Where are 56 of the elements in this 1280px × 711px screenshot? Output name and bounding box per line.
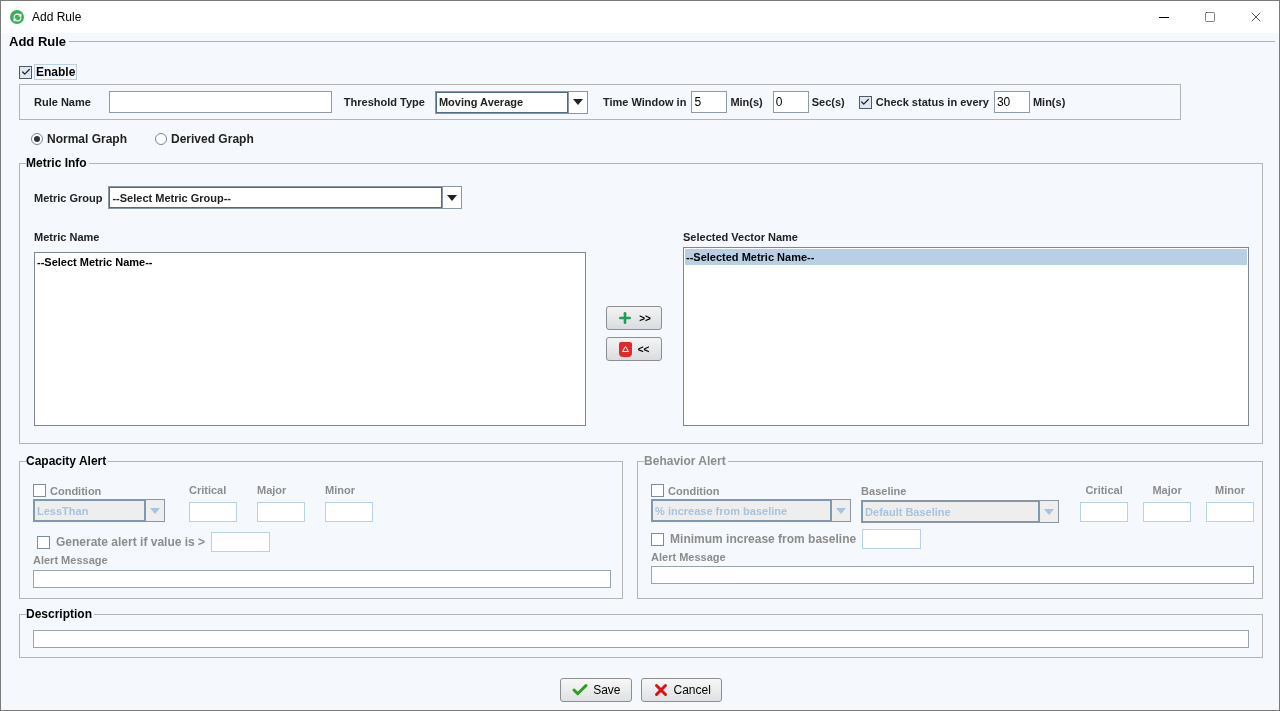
dropdown-arrow-icon [447,194,458,201]
radio-button[interactable] [155,133,167,145]
checkbox[interactable] [858,95,872,109]
input-field[interactable] [33,630,1249,648]
minimize-icon [1159,16,1169,18]
panel-title: Add Rule [9,34,70,49]
dropdown-arrow-icon [836,507,847,514]
list-label: Metric Name [34,231,101,243]
radio-label[interactable]: Normal Graph [47,132,127,146]
dropdown[interactable]: Moving Average [434,90,588,114]
remove-button[interactable]: << [606,337,662,361]
unit-label: Min(s) [1032,96,1066,108]
field-label: Major [257,484,288,496]
cancel-button[interactable]: Cancel [640,678,722,702]
field-label: Critical [189,484,228,496]
group-title: Behavior Alert [644,454,728,468]
input-field[interactable]: 30 [993,91,1030,113]
dropdown-arrow-icon [1044,508,1055,515]
radio-label[interactable]: Derived Graph [171,132,254,146]
group-title: Capacity Alert [26,454,109,468]
input-field[interactable]: 0 [772,91,809,113]
field-label: Metric Group [34,191,103,204]
maximize-icon [1204,11,1216,23]
input-field[interactable] [108,91,332,113]
dropdown-arrow-icon [572,99,583,105]
checkbox-label[interactable]: Check status in every [875,96,989,108]
dropdown-arrow-icon [150,507,160,514]
checkbox[interactable] [19,65,32,79]
list-label: Selected Vector Name [683,231,799,243]
dropdown[interactable]: --Select Metric Group-- [108,186,463,209]
radio-button[interactable] [31,133,43,145]
field-label: Threshold Type [343,96,425,108]
field-label: Major [1152,484,1182,496]
list-box[interactable]: --Select Metric Name-- [34,252,586,426]
group-title: Metric Info [26,156,89,170]
add-button[interactable]: >> [606,306,662,330]
field-label: Critical [1085,484,1123,496]
save-button[interactable]: Save [560,678,632,702]
checkbox-label[interactable]: Enable [34,64,78,80]
unit-label: Min(s) [730,96,763,108]
unit-label: Sec(s) [811,96,845,108]
field-label: Minor [1215,484,1246,496]
plus-icon [617,310,634,326]
field-label: Alert Message [33,554,109,566]
group-title: Description [26,607,94,621]
list-item[interactable]: --Selected Metric Name-- [685,249,1247,265]
list-box[interactable]: --Selected Metric Name-- [683,247,1249,426]
field-label: Rule Name [34,96,91,108]
app-icon [10,10,24,24]
field-label: Alert Message [651,551,727,563]
field-label: Minor [325,484,356,496]
field-label: Time Window in [602,96,687,108]
field-label: Baseline [861,484,908,498]
input-field[interactable]: 5 [691,91,728,113]
list-item[interactable]: --Select Metric Name-- [36,254,584,270]
window-title: Add Rule [32,10,83,24]
